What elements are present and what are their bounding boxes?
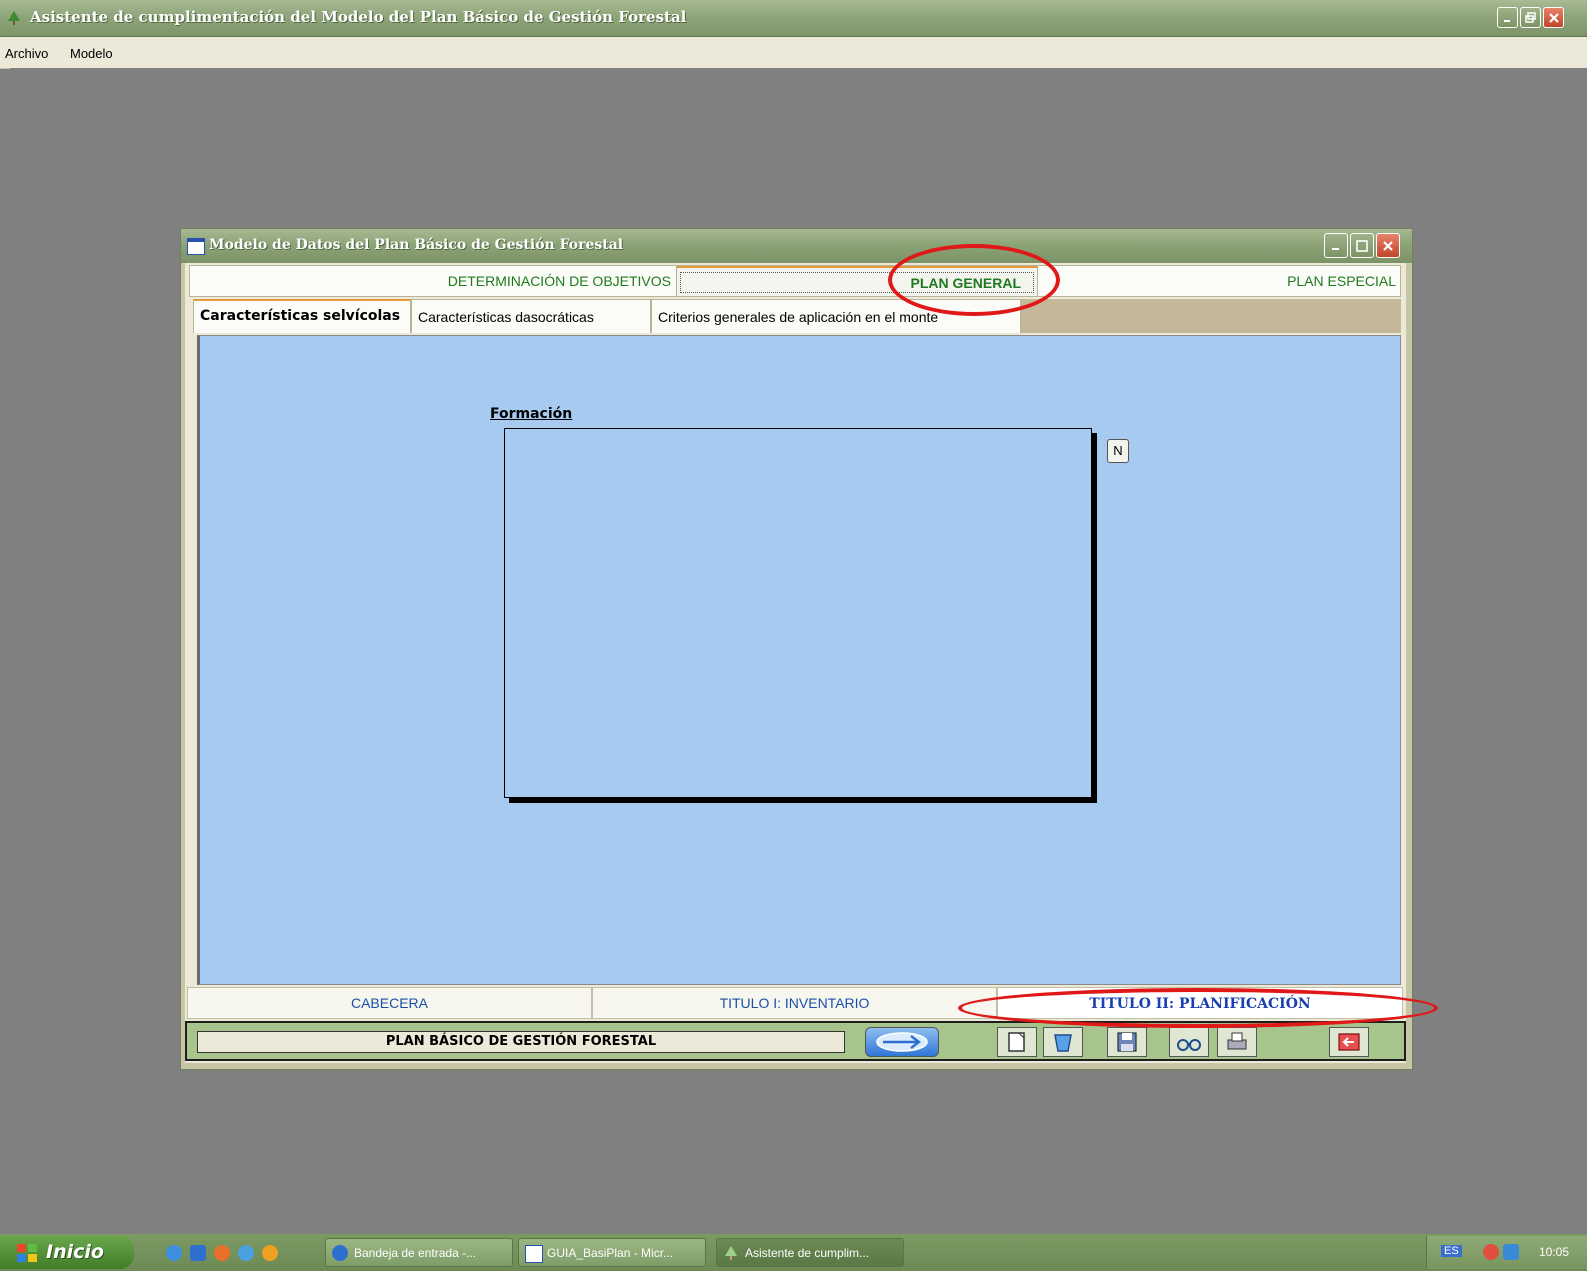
task-label: Asistente de cumplim...: [745, 1246, 870, 1260]
tab-criterios-generales[interactable]: Criterios generales de aplicación en el …: [651, 299, 1021, 333]
media-player-icon[interactable]: [262, 1245, 278, 1261]
form-window-controls: [1324, 233, 1400, 258]
tab-caracteristicas-dasocraticas[interactable]: Características dasocráticas: [411, 299, 651, 333]
app-titlebar: Asistente de cumplimentación del Modelo …: [0, 0, 1587, 37]
tab-determinacion-objetivos[interactable]: DETERMINACIÓN DE OBJETIVOS: [190, 266, 675, 296]
task-guia-basiplan[interactable]: GUIA_BasiPlan - Micr...: [518, 1238, 706, 1267]
print-button[interactable]: [1217, 1027, 1257, 1057]
close-icon[interactable]: [1376, 233, 1400, 258]
outlook-icon[interactable]: [190, 1245, 206, 1261]
tab-label: PLAN ESPECIAL: [1287, 273, 1396, 289]
taskbar: Inicio Bandeja de entrada -... GUIA_Basi…: [0, 1234, 1587, 1271]
app-title: Asistente de cumplimentación del Modelo …: [30, 8, 687, 26]
save-button[interactable]: [1107, 1027, 1147, 1057]
task-bandeja-entrada[interactable]: Bandeja de entrada -...: [325, 1238, 513, 1267]
footer-toolbar: PLAN BÁSICO DE GESTIÓN FORESTAL: [185, 1021, 1406, 1061]
tree-app-icon: [8, 11, 20, 25]
messenger-icon[interactable]: [238, 1245, 254, 1261]
tab-caracteristicas-selvicolas[interactable]: Características selvícolas: [193, 299, 411, 333]
tab-plan-general[interactable]: PLAN GENERAL: [676, 266, 1038, 296]
menu-archivo[interactable]: Archivo: [5, 46, 48, 61]
formacion-label: Formación: [490, 406, 573, 422]
exit-icon: [1338, 1033, 1360, 1051]
tab-label: Características dasocráticas: [418, 309, 594, 325]
delete-bin-icon: [1054, 1034, 1072, 1052]
form-titlebar: Modelo de Datos del Plan Básico de Gesti…: [181, 229, 1412, 263]
form-title: Modelo de Datos del Plan Básico de Gesti…: [209, 237, 624, 253]
task-label: GUIA_BasiPlan - Micr...: [547, 1246, 674, 1260]
start-label: Inicio: [46, 1241, 104, 1263]
footer-title: PLAN BÁSICO DE GESTIÓN FORESTAL: [197, 1031, 845, 1053]
security-shield-icon[interactable]: [1483, 1244, 1499, 1260]
form-window: Modelo de Datos del Plan Básico de Gesti…: [180, 228, 1413, 1070]
exit-button[interactable]: [1329, 1027, 1369, 1057]
maximize-icon[interactable]: [1350, 233, 1374, 258]
formacion-list[interactable]: [504, 428, 1092, 798]
tab-label: TITULO II: PLANIFICACIÓN: [1089, 996, 1311, 1012]
network-icon[interactable]: [1503, 1244, 1519, 1260]
clock: 10:05: [1539, 1245, 1570, 1259]
start-button[interactable]: Inicio: [0, 1236, 134, 1269]
save-icon: [1117, 1032, 1137, 1052]
print-icon: [1227, 1032, 1247, 1050]
delete-button[interactable]: [1043, 1027, 1083, 1057]
tab-label: CABECERA: [350, 995, 429, 1011]
tab-label: Criterios generales de aplicación en el …: [658, 309, 939, 325]
mail-icon: [332, 1245, 348, 1261]
next-arrow-icon: [876, 1032, 928, 1052]
tab-label: DETERMINACIÓN DE OBJETIVOS: [447, 273, 671, 289]
view-glasses-icon: [1177, 1039, 1201, 1051]
tab-label: Características selvícolas: [200, 308, 401, 324]
internet-explorer-icon[interactable]: [166, 1245, 182, 1261]
system-tray: ES 10:05: [1426, 1236, 1587, 1269]
tree-app-icon: [725, 1246, 737, 1260]
tab-titulo-planificacion[interactable]: TITULO II: PLANIFICACIÓN: [997, 987, 1403, 1019]
new-item-button[interactable]: N: [1107, 439, 1129, 463]
next-arrow-button[interactable]: [865, 1027, 939, 1057]
tab-plan-especial[interactable]: PLAN ESPECIAL: [1039, 266, 1400, 296]
firefox-icon[interactable]: [214, 1245, 230, 1261]
sub-tab-strip: Características selvícolas Característic…: [193, 299, 1401, 333]
form-window-icon: [187, 238, 205, 255]
tab-label: PLAN GENERAL: [910, 275, 1021, 291]
close-icon[interactable]: [1543, 7, 1564, 28]
bottom-tab-strip: CABECERA TITULO I: INVENTARIO TITULO II:…: [187, 987, 1403, 1019]
new-document-button[interactable]: [997, 1027, 1037, 1057]
restore-icon[interactable]: [1520, 7, 1541, 28]
form-body: DETERMINACIÓN DE OBJETIVOS PLAN GENERAL …: [185, 263, 1406, 1063]
word-document-icon: [525, 1245, 543, 1263]
menu-modelo[interactable]: Modelo: [70, 46, 113, 61]
app-window-controls: [1497, 7, 1564, 28]
new-document-icon: [1008, 1032, 1025, 1052]
tab-cabecera[interactable]: CABECERA: [187, 987, 592, 1019]
tab-titulo-inventario[interactable]: TITULO I: INVENTARIO: [592, 987, 997, 1019]
language-indicator[interactable]: ES: [1441, 1245, 1462, 1257]
task-asistente[interactable]: Asistente de cumplim...: [716, 1238, 904, 1267]
content-panel: Formación N: [197, 335, 1401, 985]
top-tab-strip: DETERMINACIÓN DE OBJETIVOS PLAN GENERAL …: [189, 265, 1401, 297]
minimize-icon[interactable]: [1497, 7, 1518, 28]
task-label: Bandeja de entrada -...: [354, 1246, 477, 1260]
tab-label: TITULO I: INVENTARIO: [719, 995, 870, 1011]
windows-logo-icon: [17, 1244, 37, 1262]
minimize-icon[interactable]: [1324, 233, 1348, 258]
menu-bar: Archivo Modelo: [0, 37, 1587, 69]
view-button[interactable]: [1169, 1027, 1209, 1057]
